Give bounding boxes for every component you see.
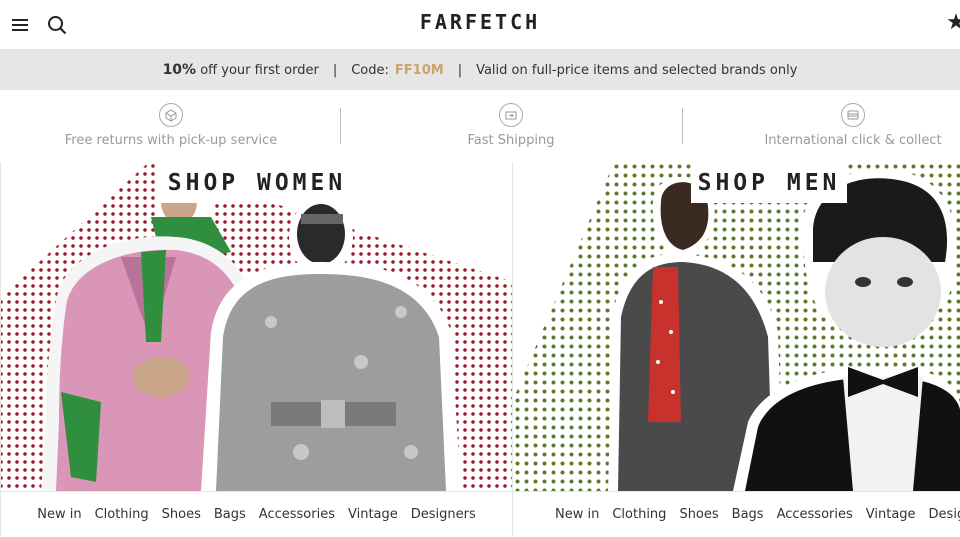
women-nav-accessories[interactable]: Accessories: [259, 507, 335, 522]
promo-banner[interactable]: 10% off your first order | Code: FF10M |…: [0, 50, 960, 90]
men-nav-accessories[interactable]: Accessories: [777, 507, 853, 522]
farfetch-logo[interactable]: FARFETCH: [0, 10, 960, 34]
site-header: FARFETCH ★: [0, 0, 960, 50]
women-nav-vintage[interactable]: Vintage: [348, 507, 398, 522]
men-category-nav: New in Clothing Shoes Bags Accessories V…: [513, 491, 960, 537]
shop-men-panel[interactable]: SHOP MEN New in Clothing Shoes Bags Acce…: [512, 162, 960, 537]
women-nav-designers[interactable]: Designers: [411, 507, 476, 522]
women-category-nav: New in Clothing Shoes Bags Accessories V…: [1, 491, 512, 537]
women-nav-bags[interactable]: Bags: [214, 507, 246, 522]
shop-women-panel[interactable]: SHOP WOMEN New in Clothing Shoes Bags Ac…: [0, 162, 512, 537]
men-hero-image[interactable]: [513, 162, 960, 491]
shipping-icon: [499, 103, 523, 127]
men-models-illustration: [608, 170, 960, 491]
women-hero-image[interactable]: [1, 162, 512, 491]
men-nav-shoes[interactable]: Shoes: [679, 507, 718, 522]
service-label: Free returns with pick-up service: [64, 133, 278, 148]
promo-separator: |: [457, 62, 463, 78]
men-nav-new-in[interactable]: New in: [555, 507, 599, 522]
women-nav-shoes[interactable]: Shoes: [162, 507, 201, 522]
promo-code-label: Code:: [351, 62, 389, 78]
wishlist-star-icon[interactable]: ★: [944, 11, 960, 35]
men-nav-vintage[interactable]: Vintage: [866, 507, 916, 522]
men-nav-bags[interactable]: Bags: [732, 507, 764, 522]
services-strip: Free returns with pick-up service Fast S…: [0, 90, 960, 162]
card-icon: [841, 103, 865, 127]
service-click-collect[interactable]: International click & collect: [693, 90, 960, 162]
promo-separator: |: [332, 62, 338, 78]
women-nav-new-in[interactable]: New in: [37, 507, 81, 522]
men-nav-clothing[interactable]: Clothing: [612, 507, 666, 522]
box-icon: [159, 103, 183, 127]
service-label: Fast Shipping: [467, 133, 555, 148]
shop-women-title[interactable]: SHOP WOMEN: [159, 162, 355, 203]
promo-code[interactable]: FF10M: [395, 63, 444, 78]
men-nav-designers[interactable]: Designers: [929, 507, 960, 522]
divider: [340, 108, 341, 144]
women-nav-clothing[interactable]: Clothing: [95, 507, 149, 522]
service-fast-shipping[interactable]: Fast Shipping: [351, 90, 671, 162]
divider: [682, 108, 683, 144]
promo-discount-text: off your first order: [200, 62, 319, 78]
service-free-returns[interactable]: Free returns with pick-up service: [11, 90, 331, 162]
shop-men-title[interactable]: SHOP MEN: [691, 162, 847, 203]
promo-discount: 10%: [162, 62, 197, 78]
promo-validity: Valid on full-price items and selected b…: [476, 62, 798, 78]
service-label: International click & collect: [764, 133, 942, 148]
women-models-illustration: [41, 177, 461, 491]
